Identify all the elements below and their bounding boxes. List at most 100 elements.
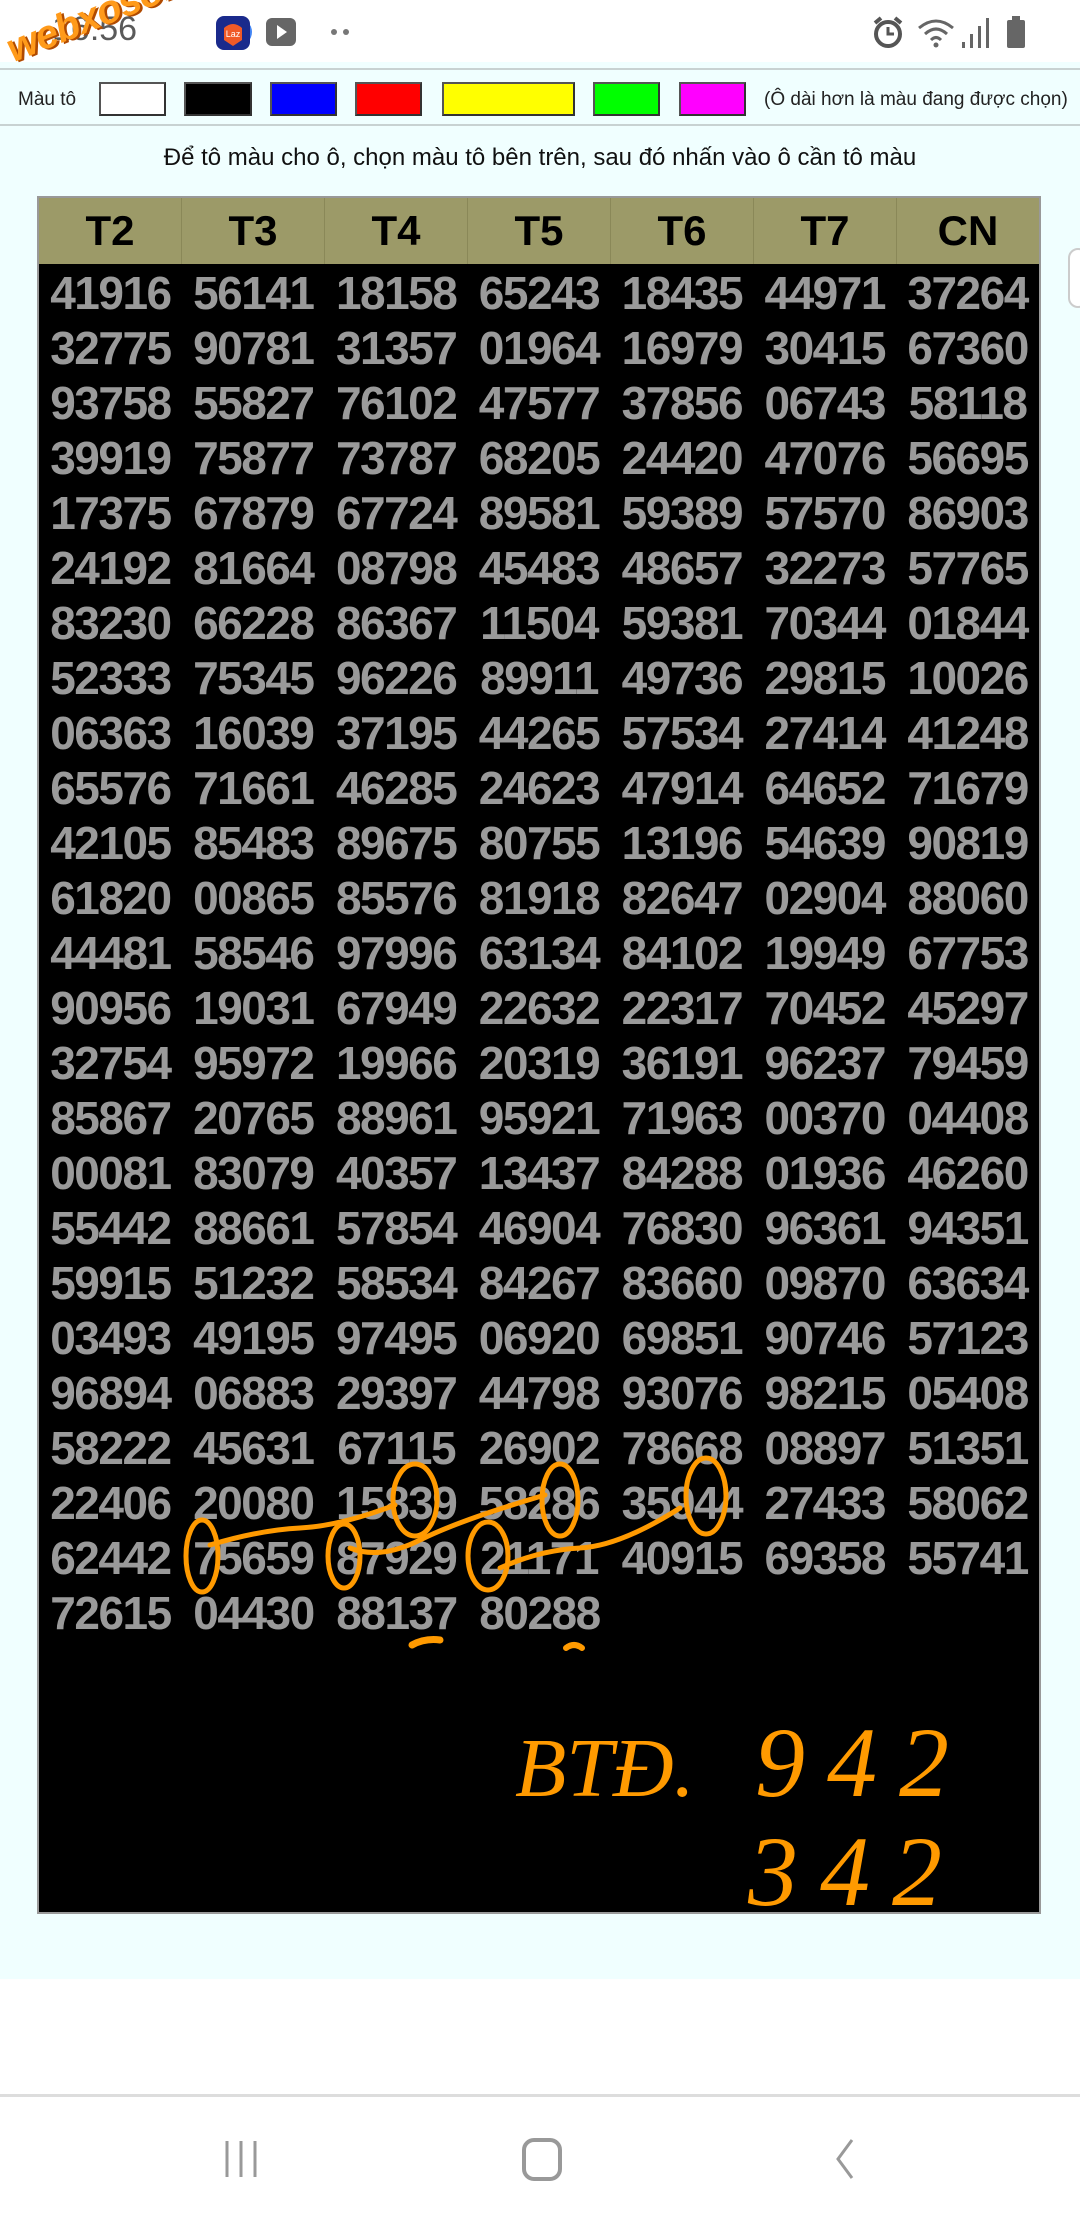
number-cell[interactable]: 40915 <box>610 1531 753 1586</box>
number-cell[interactable]: 89581 <box>468 486 611 541</box>
number-cell[interactable]: 24420 <box>610 431 753 486</box>
number-cell[interactable]: 52333 <box>39 651 182 706</box>
number-cell[interactable]: 57123 <box>896 1311 1039 1366</box>
number-cell[interactable]: 40357 <box>325 1146 468 1201</box>
number-cell[interactable]: 39919 <box>39 431 182 486</box>
number-cell[interactable]: 00370 <box>753 1091 896 1146</box>
number-cell[interactable]: 09870 <box>753 1256 896 1311</box>
number-cell[interactable]: 46904 <box>468 1201 611 1256</box>
number-cell[interactable]: 75345 <box>182 651 325 706</box>
swatch-yellow-selected[interactable] <box>442 82 575 116</box>
number-cell[interactable]: 67753 <box>896 926 1039 981</box>
number-cell[interactable]: 84102 <box>610 926 753 981</box>
number-cell[interactable]: 88661 <box>182 1201 325 1256</box>
number-cell[interactable]: 20319 <box>468 1036 611 1091</box>
number-cell[interactable]: 86367 <box>325 596 468 651</box>
number-cell[interactable]: 49195 <box>182 1311 325 1366</box>
number-cell[interactable]: 55442 <box>39 1201 182 1256</box>
number-cell[interactable]: 58118 <box>896 376 1039 431</box>
number-cell[interactable]: 96361 <box>753 1201 896 1256</box>
number-cell[interactable]: 82647 <box>610 871 753 926</box>
number-cell[interactable]: 85867 <box>39 1091 182 1146</box>
number-cell[interactable]: 83660 <box>610 1256 753 1311</box>
number-cell[interactable]: 71661 <box>182 761 325 816</box>
number-cell[interactable]: 65243 <box>468 266 611 321</box>
number-cell[interactable]: 67879 <box>182 486 325 541</box>
number-cell[interactable]: 16979 <box>610 321 753 376</box>
number-cell[interactable]: 96237 <box>753 1036 896 1091</box>
number-cell[interactable]: 03493 <box>39 1311 182 1366</box>
number-cell[interactable]: 93758 <box>39 376 182 431</box>
number-cell[interactable]: 75877 <box>182 431 325 486</box>
number-cell[interactable]: 47577 <box>468 376 611 431</box>
number-cell[interactable]: 58222 <box>39 1421 182 1476</box>
number-cell[interactable]: 73787 <box>325 431 468 486</box>
swatch-blue[interactable] <box>270 82 337 116</box>
number-cell[interactable]: 46285 <box>325 761 468 816</box>
number-cell[interactable]: 01964 <box>468 321 611 376</box>
number-cell[interactable]: 55827 <box>182 376 325 431</box>
number-cell[interactable]: 89911 <box>468 651 611 706</box>
number-cell[interactable]: 01844 <box>896 596 1039 651</box>
number-cell[interactable]: 44798 <box>468 1366 611 1421</box>
number-cell[interactable]: 61820 <box>39 871 182 926</box>
number-cell[interactable]: 20765 <box>182 1091 325 1146</box>
number-cell[interactable]: 81918 <box>468 871 611 926</box>
number-cell[interactable]: 13196 <box>610 816 753 871</box>
number-cell[interactable]: 67115 <box>325 1421 468 1476</box>
number-cell[interactable]: 27414 <box>753 706 896 761</box>
number-cell[interactable]: 87929 <box>325 1531 468 1586</box>
number-cell[interactable]: 41248 <box>896 706 1039 761</box>
number-cell[interactable]: 32273 <box>753 541 896 596</box>
swatch-green[interactable] <box>593 82 660 116</box>
number-cell[interactable]: 10026 <box>896 651 1039 706</box>
number-cell[interactable]: 19949 <box>753 926 896 981</box>
number-cell[interactable]: 18158 <box>325 266 468 321</box>
number-cell[interactable]: 70452 <box>753 981 896 1036</box>
number-cell[interactable]: 58286 <box>468 1476 611 1531</box>
number-cell[interactable]: 37856 <box>610 376 753 431</box>
number-cell[interactable]: 95972 <box>182 1036 325 1091</box>
scrollbar-handle[interactable] <box>1068 248 1080 308</box>
number-cell[interactable]: 88961 <box>325 1091 468 1146</box>
number-cell[interactable]: 98215 <box>753 1366 896 1421</box>
number-cell[interactable]: 06363 <box>39 706 182 761</box>
number-cell[interactable]: 78668 <box>610 1421 753 1476</box>
number-cell[interactable]: 19031 <box>182 981 325 1036</box>
number-cell[interactable]: 84267 <box>468 1256 611 1311</box>
number-cell[interactable]: 44265 <box>468 706 611 761</box>
number-cell[interactable]: 93076 <box>610 1366 753 1421</box>
number-cell[interactable]: 29815 <box>753 651 896 706</box>
number-cell[interactable]: 47076 <box>753 431 896 486</box>
number-cell[interactable]: 69358 <box>753 1531 896 1586</box>
number-cell[interactable]: 18435 <box>610 266 753 321</box>
number-cell[interactable]: 85576 <box>325 871 468 926</box>
number-cell[interactable]: 42105 <box>39 816 182 871</box>
number-cell[interactable]: 02904 <box>753 871 896 926</box>
number-cell[interactable]: 57854 <box>325 1201 468 1256</box>
number-cell[interactable]: 59915 <box>39 1256 182 1311</box>
number-cell[interactable]: 80288 <box>468 1586 611 1641</box>
number-cell[interactable]: 90746 <box>753 1311 896 1366</box>
number-cell[interactable]: 24192 <box>39 541 182 596</box>
number-cell[interactable]: 19966 <box>325 1036 468 1091</box>
number-cell[interactable]: 67724 <box>325 486 468 541</box>
number-cell[interactable]: 05408 <box>896 1366 1039 1421</box>
number-cell[interactable]: 83079 <box>182 1146 325 1201</box>
number-cell[interactable]: 55741 <box>896 1531 1039 1586</box>
swatch-black[interactable] <box>184 82 252 116</box>
number-cell[interactable]: 66228 <box>182 596 325 651</box>
back-icon[interactable] <box>830 2137 860 2181</box>
number-cell[interactable]: 22406 <box>39 1476 182 1531</box>
number-cell[interactable]: 57765 <box>896 541 1039 596</box>
number-cell[interactable]: 67360 <box>896 321 1039 376</box>
number-cell[interactable]: 31357 <box>325 321 468 376</box>
number-cell[interactable]: 57534 <box>610 706 753 761</box>
number-cell[interactable]: 15839 <box>325 1476 468 1531</box>
number-cell[interactable]: 58546 <box>182 926 325 981</box>
number-cell[interactable]: 51351 <box>896 1421 1039 1476</box>
number-cell[interactable]: 32754 <box>39 1036 182 1091</box>
number-cell[interactable]: 95921 <box>468 1091 611 1146</box>
number-cell[interactable]: 36191 <box>610 1036 753 1091</box>
number-cell[interactable]: 47914 <box>610 761 753 816</box>
